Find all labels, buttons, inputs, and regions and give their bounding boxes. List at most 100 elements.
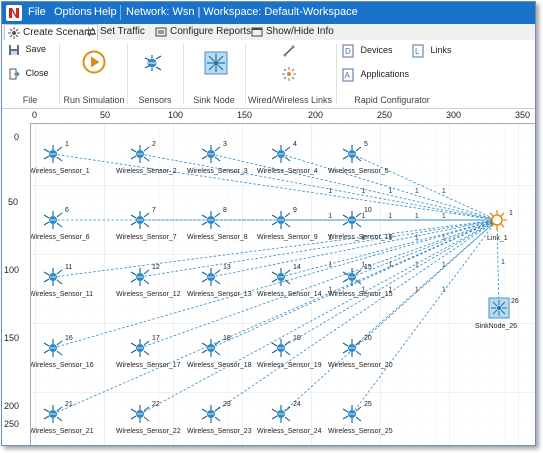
link-id-label: 1 xyxy=(388,213,392,220)
wired-link-icon xyxy=(283,45,295,57)
sensor-icon xyxy=(144,55,162,71)
wireless-link-button[interactable] xyxy=(281,66,297,87)
sensor-id-label: 1 xyxy=(65,141,69,148)
ribbon: Save Close File Run Simulation Sensors S… xyxy=(2,40,535,109)
sensor-name-label: Wireless_Sensor_4 xyxy=(257,168,318,175)
sink-node-icon xyxy=(204,51,228,75)
sink-id: 26 xyxy=(511,298,519,305)
close-icon xyxy=(9,68,20,80)
sensor-name-label: Wireless_Sensor_15 xyxy=(328,291,393,298)
sensor-name-label: Wireless_Sensor_14 xyxy=(257,291,322,298)
tab-set-traffic[interactable]: Set Traffic xyxy=(82,24,145,40)
sensor-id-label: 19 xyxy=(293,335,301,342)
sensor-name-label: Wireless_Sensor_22 xyxy=(116,428,181,435)
group-wired-wireless-links: Wired/Wireless Links xyxy=(247,95,332,105)
run-simulation-button[interactable] xyxy=(82,50,106,79)
sensor-name-label: Wireless_Sensor_11 xyxy=(31,291,93,298)
ruler-y-label: 50 xyxy=(8,197,19,207)
wired-link-button[interactable] xyxy=(282,44,296,63)
ruler-x-label: 300 xyxy=(446,110,462,120)
title-separator xyxy=(120,5,121,20)
link-id-label: 1 xyxy=(415,188,419,195)
sensor-name-label: Wireless_Sensor_8 xyxy=(187,234,248,241)
link-id-label: 1 xyxy=(442,188,446,195)
ruler-x-label: 100 xyxy=(168,110,184,120)
sensor-id-label: 12 xyxy=(152,264,160,271)
sensor-id-label: 17 xyxy=(152,335,160,342)
links-icon: L xyxy=(412,44,424,58)
link-id-label: 1 xyxy=(415,287,419,294)
sensor-id-label: 22 xyxy=(152,401,160,408)
tab-show-hide-info[interactable]: Show/Hide Info xyxy=(248,24,334,40)
sensor-id-label: 13 xyxy=(223,264,231,271)
sensor-id-label: 21 xyxy=(65,401,73,408)
group-sink-node: Sink Node xyxy=(193,95,235,105)
svg-text:A: A xyxy=(345,71,351,80)
sensor-id-label: 15 xyxy=(364,264,372,271)
network-diagram[interactable]: 1 1 1 1 11 1 1 1 11 1 1 1 11 1 1 1 11 1 1 1 11 1Wireless_Sen… xyxy=(31,124,535,445)
info-icon xyxy=(251,27,263,37)
ruler-x-label: 250 xyxy=(377,110,393,120)
sink-node-icon xyxy=(488,297,510,319)
report-icon xyxy=(155,27,167,37)
ruler-x-label: 150 xyxy=(237,110,253,120)
menu-file[interactable]: File xyxy=(28,6,46,18)
tab-label: Show/Hide Info xyxy=(266,26,334,37)
sensor-id-label: 7 xyxy=(152,207,156,214)
sensor-id-label: 4 xyxy=(293,141,297,148)
svg-text:D: D xyxy=(345,47,351,56)
menu-options[interactable]: Options xyxy=(54,6,92,18)
sensors-button[interactable] xyxy=(142,52,164,79)
sensor-name-label: Wireless_Sensor_5 xyxy=(328,168,389,175)
link-id-label: 1 xyxy=(328,188,332,195)
ruler-x-label: 350 xyxy=(515,110,531,120)
link-id-label: 1 xyxy=(415,235,419,242)
close-label: Close xyxy=(25,68,49,79)
ruler-y-label: 100 xyxy=(4,265,20,275)
sensor-name-label: Wireless_Sensor_13 xyxy=(187,291,252,298)
title-bar: File Options Help Network: Wsn | Workspa… xyxy=(2,2,535,24)
close-button[interactable]: Close xyxy=(8,68,49,80)
devices-icon: D xyxy=(342,44,354,58)
devices-label: Devices xyxy=(360,45,393,56)
traffic-icon xyxy=(86,27,96,37)
group-rapid-configurator: Rapid Configurator xyxy=(354,95,430,105)
sensor-id-label: 25 xyxy=(364,401,372,408)
link-name-label: Link_1 xyxy=(487,235,508,242)
vertical-ruler: 0 50 100 150 200 250 xyxy=(2,123,31,445)
sensor-id-label: 18 xyxy=(223,335,231,342)
app-logo-icon xyxy=(6,5,22,21)
ribbon-tabs: Create Scenario Set Traffic Configure Re… xyxy=(2,24,535,41)
group-file: File xyxy=(22,95,38,105)
link-id-label: 1 xyxy=(442,287,446,294)
sensor-id-label: 14 xyxy=(293,264,301,271)
sensor-id-label: 23 xyxy=(223,401,231,408)
tab-label: Set Traffic xyxy=(100,26,145,37)
applications-button[interactable]: A Applications xyxy=(342,68,409,82)
network-canvas[interactable]: 0 50 100 150 200 250 300 350 0 50 100 15… xyxy=(2,109,535,445)
menu-help[interactable]: Help xyxy=(94,6,117,18)
ruler-x-label: 0 xyxy=(32,110,38,120)
sensor-name-label: Wireless_Sensor_18 xyxy=(187,362,252,369)
devices-button[interactable]: D Devices xyxy=(342,44,393,58)
applications-label: Applications xyxy=(360,69,410,80)
sensor-name-label: Wireless_Sensor_3 xyxy=(187,168,248,175)
sink-name-label: SinkNode_26 xyxy=(475,323,517,330)
app-window: File Options Help Network: Wsn | Workspa… xyxy=(1,1,536,446)
sensor-id-label: 9 xyxy=(293,207,297,214)
sink-node-button[interactable] xyxy=(204,51,228,80)
svg-text:L: L xyxy=(415,47,420,56)
sensor-name-label: Wireless_Sensor_6 xyxy=(31,234,90,241)
sensor-id-label: 5 xyxy=(364,141,368,148)
sensor-name-label: Wireless_Sensor_2 xyxy=(116,168,177,175)
play-icon xyxy=(82,50,106,74)
tab-configure-reports[interactable]: Configure Reports xyxy=(152,24,251,40)
link-id-label: 1 xyxy=(501,259,505,266)
sensor-name-label: Wireless_Sensor_16 xyxy=(31,362,94,369)
sensor-name-label: Wireless_Sensor_7 xyxy=(116,234,177,241)
sensor-name-label: Wireless_Sensor_17 xyxy=(116,362,181,369)
links-button[interactable]: L Links xyxy=(412,44,452,58)
save-button[interactable]: Save xyxy=(8,44,46,56)
sensor-name-label: Wireless_Sensor_9 xyxy=(257,234,318,241)
network-title: Network: Wsn | Workspace: Default-Worksp… xyxy=(126,6,358,18)
